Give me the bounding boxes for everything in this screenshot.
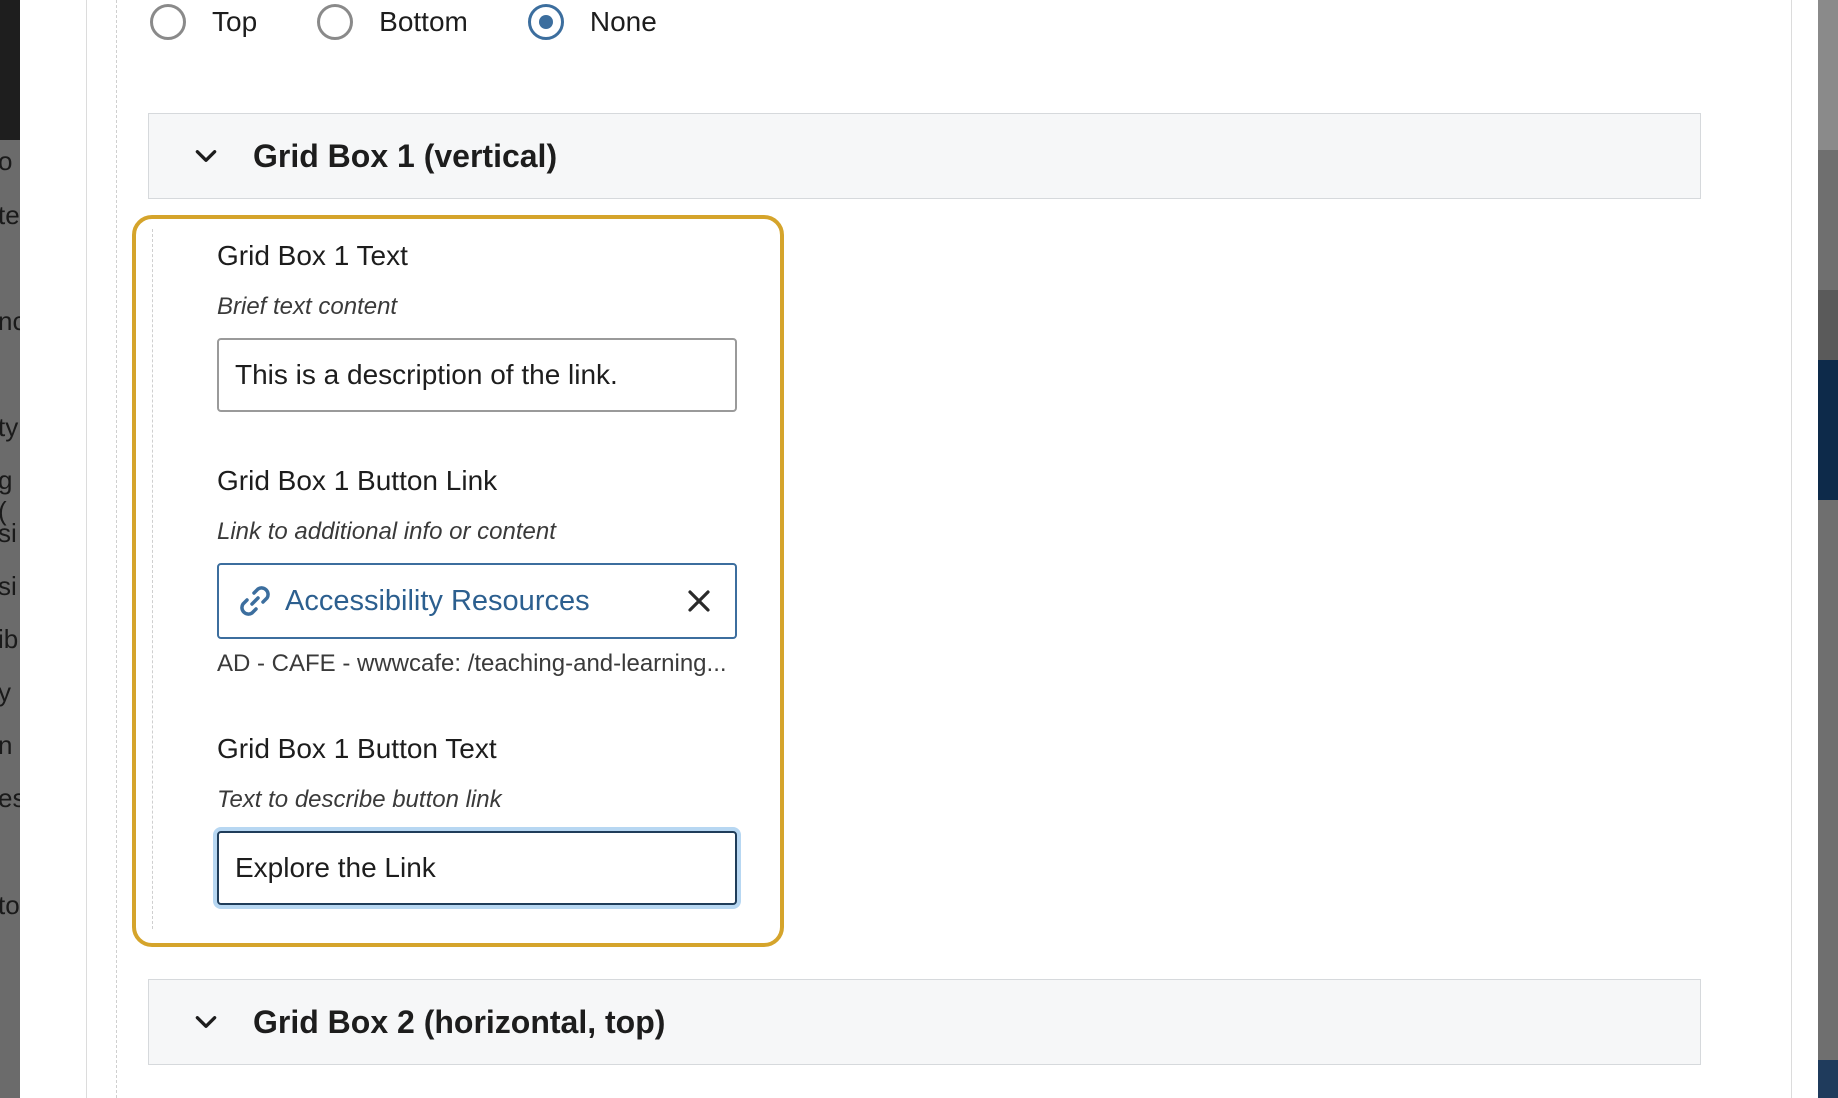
backdrop-text-fragment: y: [0, 677, 11, 707]
backdrop-band: [1818, 360, 1838, 500]
grid-box-1-button-link-description: Link to additional info or content: [217, 518, 556, 545]
link-icon: [240, 586, 270, 616]
radio-option-bottom[interactable]: Bottom: [317, 4, 468, 40]
chevron-down-icon: [195, 150, 217, 162]
radio-option-none[interactable]: None: [527, 4, 657, 40]
nesting-guide-line: [116, 0, 117, 1098]
grid-box-1-button-text-input[interactable]: Explore the Link: [217, 831, 737, 905]
backdrop-band: [1818, 1060, 1838, 1098]
link-title[interactable]: Accessibility Resources: [285, 585, 685, 618]
backdrop-text-fragment: n: [0, 730, 13, 760]
chevron-down-icon: [195, 1016, 217, 1028]
backdrop-top-band: [0, 0, 20, 140]
radio-circle[interactable]: [150, 4, 186, 40]
link-path-text: AD - CAFE - wwwcafe: /teaching-and-learn…: [217, 650, 727, 677]
accordion-grid-box-1[interactable]: Grid Box 1 (vertical): [148, 113, 1701, 199]
grid-box-1-text-input[interactable]: This is a description of the link.: [217, 338, 737, 412]
backdrop-text-fragment: nc: [0, 306, 20, 336]
backdrop-band: [1818, 290, 1838, 360]
grid-box-1-button-text-label: Grid Box 1 Button Text: [217, 733, 497, 764]
accordion-title: Grid Box 2 (horizontal, top): [253, 1003, 666, 1040]
radio-circle[interactable]: [317, 4, 354, 40]
accordion-grid-box-2[interactable]: Grid Box 2 (horizontal, top): [148, 979, 1701, 1065]
backdrop-text-fragment: ib: [0, 624, 19, 654]
backdrop-text-fragment: to: [0, 890, 20, 920]
backdrop-band: [1818, 0, 1838, 150]
position-radio-group: Top Bottom None: [150, 4, 717, 40]
backdrop-text-fragment: ty: [0, 412, 19, 442]
radio-label: Top: [212, 6, 258, 37]
backdrop-text-fragment: si: [0, 518, 17, 548]
backdrop-text-fragment: si: [0, 571, 17, 601]
radio-label: None: [589, 6, 657, 37]
nesting-guide-line: [152, 229, 153, 929]
grid-box-1-text-label: Grid Box 1 Text: [217, 240, 408, 271]
close-icon[interactable]: [685, 587, 713, 615]
grid-box-1-text-description: Brief text content: [217, 293, 398, 320]
backdrop-text-fragment: o: [0, 146, 13, 176]
radio-label: Bottom: [379, 6, 468, 37]
radio-circle-selected[interactable]: [527, 4, 564, 40]
backdrop-text-fragment: es: [0, 783, 20, 813]
backdrop-left: o te nc ty g ( si si ib y n es to: [0, 0, 20, 1098]
radio-option-top[interactable]: Top: [150, 4, 257, 40]
grid-box-1-button-link-label: Grid Box 1 Button Link: [217, 465, 498, 496]
grid-box-1-link-field[interactable]: Accessibility Resources: [217, 563, 737, 639]
grid-box-1-button-text-description: Text to describe button link: [217, 786, 502, 813]
accordion-title: Grid Box 1 (vertical): [253, 137, 558, 174]
backdrop-text-fragment: te: [0, 200, 20, 230]
backdrop-right: [1818, 0, 1838, 1098]
